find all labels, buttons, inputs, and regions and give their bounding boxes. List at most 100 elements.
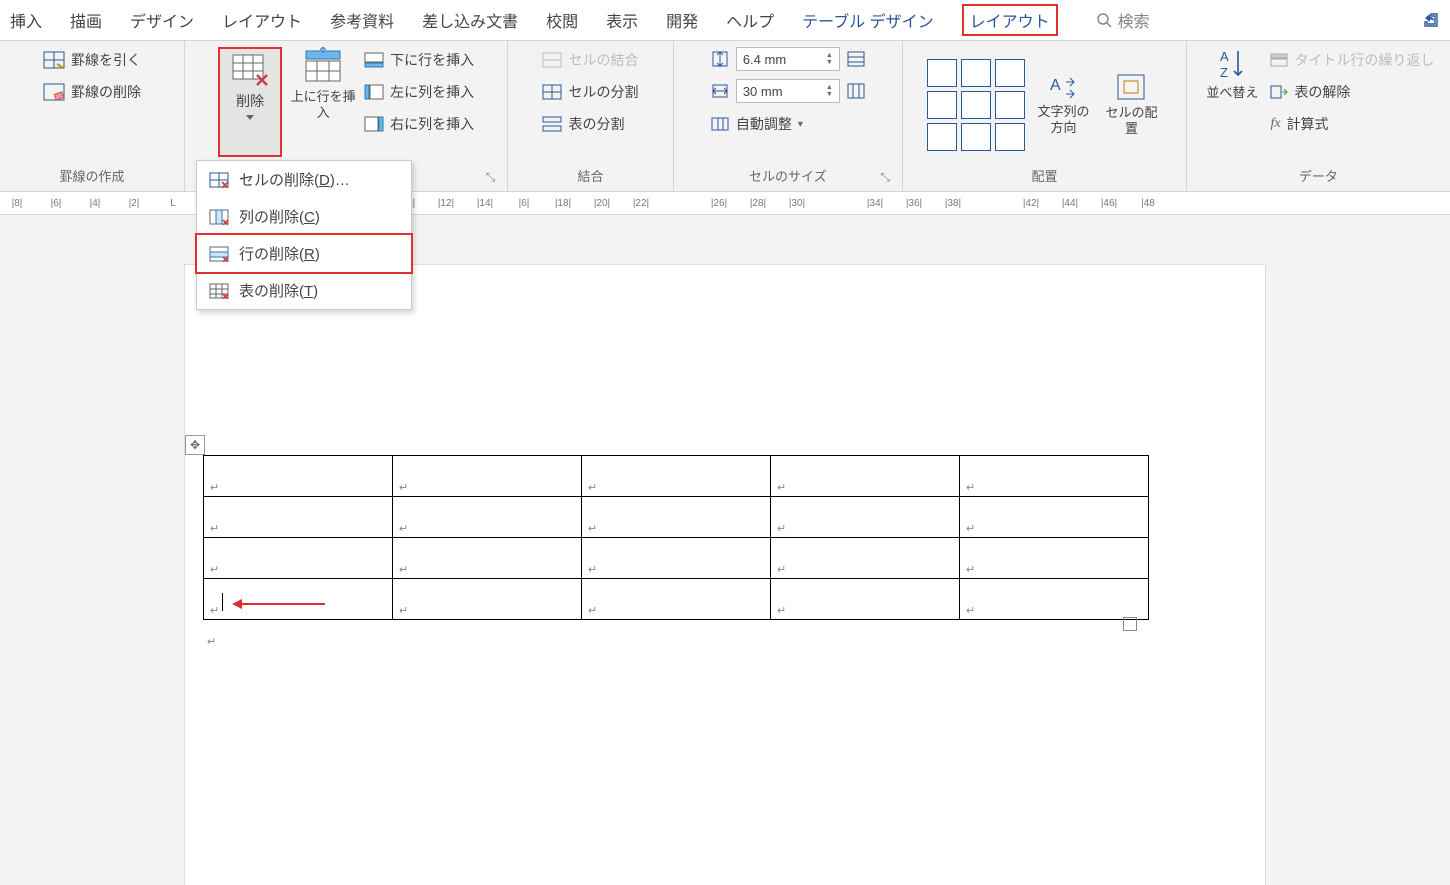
table-cell[interactable]: ↵ — [582, 538, 771, 579]
align-top-center[interactable] — [961, 59, 991, 87]
align-bot-left[interactable] — [927, 123, 957, 151]
tab-insert[interactable]: 挿入 — [10, 8, 42, 32]
tab-table-design[interactable]: テーブル デザイン — [802, 8, 934, 32]
table-cell[interactable]: ↵ — [393, 538, 582, 579]
erase-border-label: 罫線の削除 — [71, 82, 141, 102]
table-cell[interactable]: ↵ — [771, 579, 960, 620]
table-cell[interactable]: ↵ — [960, 456, 1149, 497]
autofit-button[interactable]: 自動調整 ▾ — [710, 111, 866, 137]
col-width-value: 30 mm — [743, 84, 783, 99]
table-cell[interactable]: ↵ — [393, 456, 582, 497]
align-top-right[interactable] — [995, 59, 1025, 87]
delete-table-menuitem[interactable]: 表の削除(T) — [197, 272, 411, 309]
cell-margins-label: セルの配置 — [1101, 105, 1161, 136]
merge-cells-icon — [542, 52, 562, 68]
tab-design[interactable]: デザイン — [130, 8, 194, 32]
search-box[interactable]: 検索 — [1096, 8, 1150, 32]
delete-columns-menuitem[interactable]: 列の削除(C) — [197, 198, 411, 235]
tab-draw[interactable]: 描画 — [70, 8, 102, 32]
table-cell[interactable]: ↵ — [582, 579, 771, 620]
sort-button[interactable]: AZ 並べ替え — [1202, 47, 1262, 101]
align-mid-right[interactable] — [995, 91, 1025, 119]
page[interactable]: ✥ ↵↵↵↵↵↵↵↵↵↵↵↵↵↵↵↵↵↵↵↵ ↵ — [185, 265, 1265, 885]
table-cell[interactable]: ↵ — [960, 538, 1149, 579]
draw-border-button[interactable]: 罫線を引く — [43, 47, 141, 73]
stepper-icon[interactable]: ▲▼ — [826, 52, 833, 66]
repeat-header-button[interactable]: タイトル行の繰り返し — [1270, 47, 1434, 73]
cell-margins-button[interactable]: セルの配置 — [1101, 73, 1161, 136]
row-height-value: 6.4 mm — [743, 52, 786, 67]
distribute-cols-icon[interactable] — [846, 82, 866, 100]
document-table[interactable]: ↵↵↵↵↵↵↵↵↵↵↵↵↵↵↵↵↵↵↵↵ — [203, 455, 1149, 620]
dialog-launcher-icon[interactable]: ⤡ — [486, 170, 496, 185]
table-cell[interactable]: ↵ — [204, 456, 393, 497]
table-cell[interactable]: ↵ — [393, 497, 582, 538]
tab-layout[interactable]: レイアウト — [222, 8, 302, 32]
table-row[interactable]: ↵↵↵↵↵ — [204, 538, 1149, 579]
insert-above-label: 上に行を挿入 — [290, 89, 356, 120]
delete-cells-menuitem[interactable]: セルの削除(D)… — [197, 161, 411, 198]
split-cells-button[interactable]: セルの分割 — [542, 79, 638, 105]
convert-to-text-button[interactable]: 表の解除 — [1270, 79, 1434, 105]
align-mid-center[interactable] — [961, 91, 991, 119]
insert-below-label: 下に行を挿入 — [390, 50, 474, 70]
insert-col-left-button[interactable]: 左に列を挿入 — [364, 79, 474, 105]
delete-split-button[interactable]: 削除 — [218, 47, 282, 157]
table-row[interactable]: ↵↵↵↵↵ — [204, 456, 1149, 497]
tab-references[interactable]: 参考資料 — [330, 8, 394, 32]
annotation-arrow — [235, 603, 325, 605]
tab-help[interactable]: ヘルプ — [726, 8, 774, 32]
tab-mailings[interactable]: 差し込み文書 — [422, 8, 518, 32]
tab-view[interactable]: 表示 — [606, 8, 638, 32]
insert-left-label: 左に列を挿入 — [390, 82, 474, 102]
document-canvas[interactable]: ✥ ↵↵↵↵↵↵↵↵↵↵↵↵↵↵↵↵↵↵↵↵ ↵ — [0, 215, 1450, 885]
table-cell[interactable]: ↵ — [771, 538, 960, 579]
dialog-launcher-icon[interactable]: ⤡ — [880, 170, 890, 185]
delete-cells-label: セルの削除(D)… — [239, 169, 350, 190]
formula-button[interactable]: fx 計算式 — [1270, 111, 1434, 137]
table-cell[interactable]: ↵ — [771, 456, 960, 497]
col-width-input[interactable]: 30 mm ▲▼ — [736, 79, 840, 103]
autofit-icon — [710, 116, 730, 132]
table-row[interactable]: ↵↵↵↵↵ — [204, 497, 1149, 538]
table-cell[interactable]: ↵ — [393, 579, 582, 620]
table-cell[interactable]: ↵ — [582, 456, 771, 497]
delete-rows-menuitem[interactable]: 行の削除(R) — [195, 233, 413, 274]
share-button[interactable] — [1422, 11, 1440, 29]
align-bot-right[interactable] — [995, 123, 1025, 151]
search-icon — [1096, 12, 1112, 28]
distribute-rows-icon[interactable] — [846, 50, 866, 68]
table-cell[interactable]: ↵ — [960, 579, 1149, 620]
delete-dropdown-menu: セルの削除(D)… 列の削除(C) 行の削除(R) 表の削除(T) — [196, 160, 412, 310]
row-height-input[interactable]: 6.4 mm ▲▼ — [736, 47, 840, 71]
split-table-button[interactable]: 表の分割 — [542, 111, 638, 137]
insert-row-below-button[interactable]: 下に行を挿入 — [364, 47, 474, 73]
table-cell[interactable]: ↵ — [204, 538, 393, 579]
erase-border-button[interactable]: 罫線の削除 — [43, 79, 141, 105]
split-cells-label: セルの分割 — [568, 82, 638, 102]
insert-row-above-button[interactable]: 上に行を挿入 — [290, 47, 356, 120]
table-cell[interactable]: ↵ — [204, 497, 393, 538]
insert-right-label: 右に列を挿入 — [390, 114, 474, 134]
autofit-label: 自動調整 — [736, 114, 792, 134]
table-resize-handle[interactable] — [1123, 617, 1137, 631]
table-row[interactable]: ↵↵↵↵↵ — [204, 579, 1149, 620]
text-direction-button[interactable]: A 文字列の方向 — [1033, 74, 1093, 135]
merge-cells-button[interactable]: セルの結合 — [542, 47, 638, 73]
stepper-icon[interactable]: ▲▼ — [826, 84, 833, 98]
delete-columns-icon — [209, 209, 229, 225]
tab-developer[interactable]: 開発 — [666, 8, 698, 32]
table-cell[interactable]: ↵ — [582, 497, 771, 538]
table-move-handle[interactable]: ✥ — [185, 435, 205, 455]
delete-table-icon — [209, 283, 229, 299]
align-bot-center[interactable] — [961, 123, 991, 151]
formula-label: 計算式 — [1287, 114, 1329, 134]
text-direction-label: 文字列の方向 — [1033, 104, 1093, 135]
table-cell[interactable]: ↵ — [960, 497, 1149, 538]
tab-table-layout[interactable]: レイアウト — [962, 4, 1058, 36]
insert-col-right-button[interactable]: 右に列を挿入 — [364, 111, 474, 137]
tab-review[interactable]: 校閲 — [546, 8, 578, 32]
align-mid-left[interactable] — [927, 91, 957, 119]
align-top-left[interactable] — [927, 59, 957, 87]
table-cell[interactable]: ↵ — [771, 497, 960, 538]
